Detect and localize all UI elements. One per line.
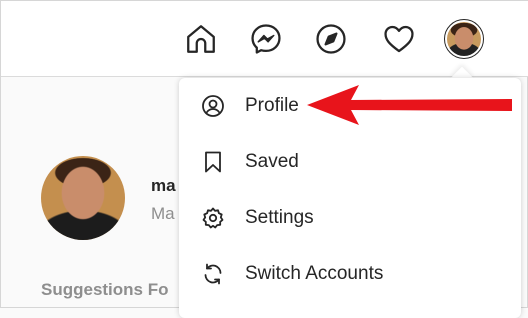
menu-item-switch-accounts[interactable]: Switch Accounts <box>179 246 521 302</box>
menu-item-settings[interactable]: Settings <box>179 190 521 246</box>
menu-item-label: Settings <box>245 207 314 228</box>
compass-icon[interactable] <box>313 19 349 59</box>
heart-icon[interactable] <box>381 19 417 59</box>
messenger-icon[interactable] <box>248 19 284 59</box>
avatar-image <box>447 22 481 56</box>
menu-item-saved[interactable]: Saved <box>179 134 521 190</box>
avatar[interactable] <box>444 19 484 59</box>
top-nav-bar <box>1 1 528 77</box>
home-icon[interactable] <box>183 19 219 59</box>
profile-icon <box>201 94 225 118</box>
switch-icon <box>201 262 225 286</box>
gear-icon <box>201 206 225 230</box>
menu-item-profile[interactable]: Profile <box>179 78 521 134</box>
profile-fullname: Ma <box>151 204 175 223</box>
bookmark-icon <box>201 150 225 174</box>
profile-avatar[interactable] <box>41 156 125 240</box>
menu-item-label: Saved <box>245 151 299 172</box>
suggestions-heading: Suggestions Fo <box>41 280 169 299</box>
profile-avatar-image <box>41 156 125 240</box>
menu-item-label: Profile <box>245 95 299 116</box>
profile-username[interactable]: ma <box>151 176 176 196</box>
menu-item-label: Switch Accounts <box>245 263 384 284</box>
